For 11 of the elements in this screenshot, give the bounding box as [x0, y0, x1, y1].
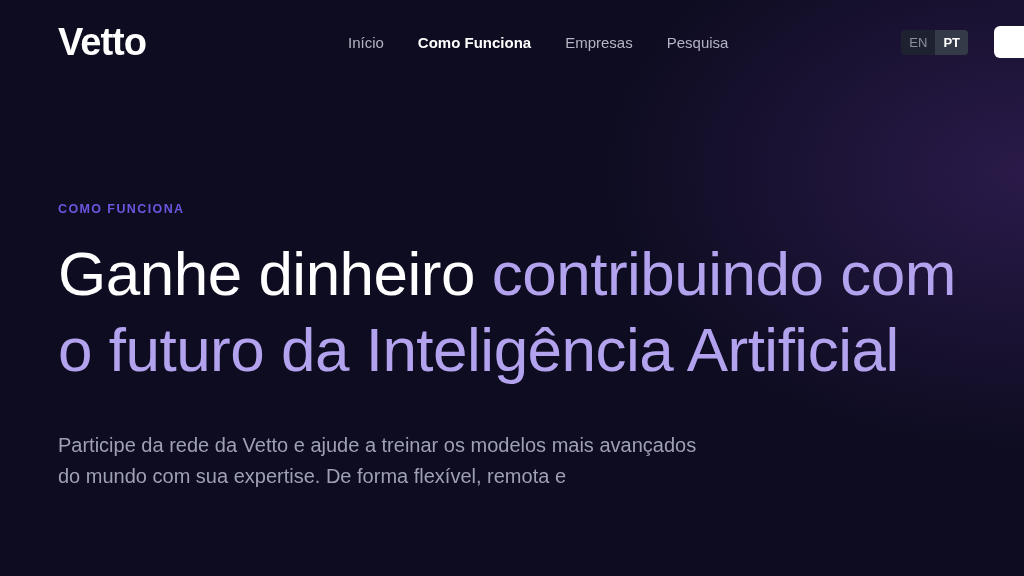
nav-link[interactable]: Início — [348, 33, 384, 51]
language-option[interactable]: PT — [935, 29, 968, 55]
nav-link[interactable]: Pesquisa — [666, 33, 729, 51]
nav-link[interactable]: Empresas — [565, 33, 633, 51]
logo[interactable]: Vetto — [58, 20, 308, 64]
nav-link[interactable]: Como Funciona — [417, 33, 532, 51]
hero-description: Participe da rede da Vetto e ajude a treinar os modelos mais avançados do mundo com sua expertise. De forma flexível, remota e — [58, 433, 698, 489]
hero-heading: Ganhe dinheiro contribuindo com o futuro da Inteligência Artificial — [58, 238, 957, 386]
section-label: COMO FUNCIONA — [58, 202, 186, 216]
header-button[interactable] — [994, 26, 1024, 58]
language-option[interactable]: EN — [901, 29, 936, 55]
